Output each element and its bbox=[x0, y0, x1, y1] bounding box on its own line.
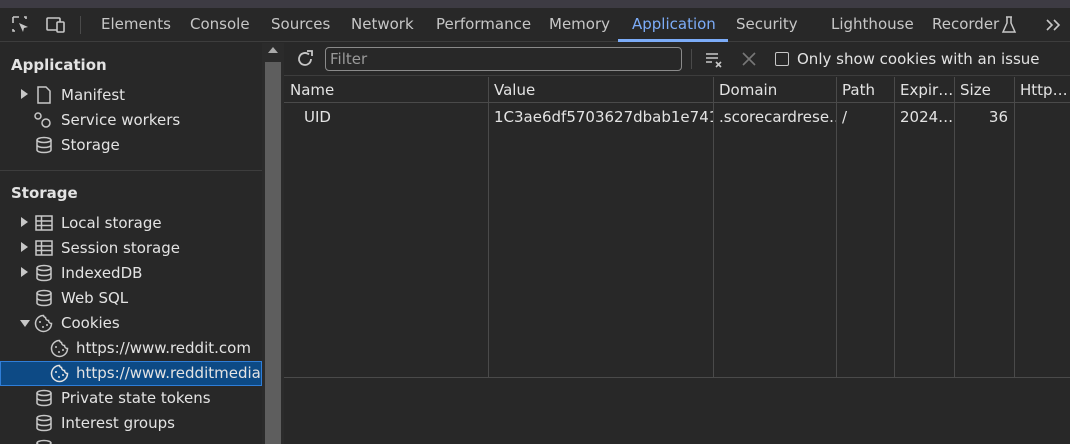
cell-domain[interactable]: .scorecardrese… bbox=[713, 104, 836, 130]
scrollbar-thumb[interactable] bbox=[265, 62, 281, 444]
toolbar-separator bbox=[691, 49, 692, 69]
database-icon bbox=[35, 389, 53, 407]
sidebar-item-local-storage[interactable]: Local storage bbox=[0, 211, 262, 236]
sidebar-item-cookie-reddit[interactable]: https://www.reddit.com bbox=[0, 336, 262, 361]
tab-console[interactable]: Console bbox=[190, 8, 250, 42]
column-header-size[interactable]: Size bbox=[954, 77, 1014, 103]
cell-name[interactable]: UID bbox=[284, 104, 488, 130]
sidebar-item-label: Web SQL bbox=[61, 289, 129, 307]
delete-selected-close-icon[interactable] bbox=[740, 50, 758, 68]
window-top-strip bbox=[0, 0, 1070, 8]
cell-size[interactable]: 36 bbox=[954, 104, 1014, 130]
sidebar-item-label: https://www.redditmedia.com bbox=[76, 364, 262, 382]
tab-sources[interactable]: Sources bbox=[271, 8, 330, 42]
sidebar-item-interest-groups[interactable]: Interest groups bbox=[0, 411, 262, 436]
collapse-arrow-icon[interactable] bbox=[20, 320, 30, 327]
cookie-icon bbox=[50, 364, 69, 383]
devtools-tabbar: Elements Console Sources Network Perform… bbox=[0, 8, 1070, 42]
toolbar-separator bbox=[80, 16, 81, 34]
sidebar-item-storage[interactable]: Storage bbox=[0, 133, 262, 158]
sidebar-item-indexeddb[interactable]: IndexedDB bbox=[0, 261, 262, 286]
expand-arrow-icon[interactable] bbox=[21, 242, 28, 252]
only-issues-checkbox[interactable] bbox=[775, 52, 789, 66]
sidebar-item-label: Storage bbox=[61, 136, 120, 154]
cookies-panel: Only show cookies with an issue Name Val… bbox=[284, 43, 1070, 444]
database-icon bbox=[35, 136, 53, 154]
database-icon bbox=[35, 414, 53, 432]
clear-all-cookies-icon[interactable] bbox=[704, 49, 724, 69]
expand-arrow-icon[interactable] bbox=[21, 267, 28, 277]
sidebar-item-label: https://www.reddit.com bbox=[76, 339, 251, 357]
cell-path[interactable]: / bbox=[836, 104, 894, 130]
sidebar-item-label: IndexedDB bbox=[61, 264, 143, 282]
cookies-table: Name Value Domain Path Expir… Size Http…… bbox=[284, 77, 1070, 378]
cell-expires[interactable]: 2024… bbox=[894, 104, 954, 130]
sidebar-heading-storage: Storage bbox=[11, 184, 78, 202]
tab-memory[interactable]: Memory bbox=[549, 8, 610, 42]
cookie-icon bbox=[50, 339, 69, 358]
sidebar-item-partial[interactable] bbox=[0, 436, 262, 444]
cell-httponly[interactable] bbox=[1014, 104, 1070, 130]
sidebar-item-label: Local storage bbox=[61, 214, 162, 232]
sidebar-item-web-sql[interactable]: Web SQL bbox=[0, 286, 262, 311]
tab-security[interactable]: Security bbox=[736, 8, 798, 42]
sidebar-item-manifest[interactable]: Manifest bbox=[0, 83, 262, 108]
cell-value[interactable]: 1C3ae6df5703627dbab1e7416… bbox=[488, 104, 713, 130]
device-toolbar-icon[interactable] bbox=[45, 14, 67, 36]
database-icon bbox=[35, 264, 53, 282]
sidebar-item-label: Private state tokens bbox=[61, 389, 211, 407]
column-header-domain[interactable]: Domain bbox=[713, 77, 836, 103]
sidebar-item-label: Session storage bbox=[61, 239, 180, 257]
flask-icon bbox=[1001, 15, 1017, 35]
tab-elements[interactable]: Elements bbox=[101, 8, 171, 42]
sidebar-item-service-workers[interactable]: Service workers bbox=[0, 108, 262, 133]
column-header-value[interactable]: Value bbox=[488, 77, 713, 103]
sidebar-item-label: Interest groups bbox=[61, 414, 175, 432]
more-tabs-chevron-icon[interactable] bbox=[1043, 14, 1065, 36]
tab-application[interactable]: Application bbox=[632, 8, 716, 42]
column-header-name[interactable]: Name bbox=[284, 77, 488, 103]
column-header-path[interactable]: Path bbox=[836, 77, 894, 103]
sidebar-item-private-state-tokens[interactable]: Private state tokens bbox=[0, 386, 262, 411]
column-header-httponly[interactable]: Http… bbox=[1014, 77, 1070, 103]
active-tab-indicator bbox=[618, 39, 728, 42]
application-sidebar: Application Manifest Service workers Sto… bbox=[0, 43, 262, 444]
document-icon bbox=[35, 86, 53, 104]
sidebar-scrollbar[interactable] bbox=[262, 43, 284, 444]
expand-arrow-icon[interactable] bbox=[21, 217, 28, 227]
table-icon bbox=[35, 214, 53, 232]
expand-arrow-icon[interactable] bbox=[21, 89, 28, 99]
scroll-up-arrow-icon[interactable] bbox=[268, 47, 278, 53]
sidebar-divider bbox=[0, 170, 262, 171]
tab-recorder[interactable]: Recorder bbox=[932, 8, 999, 42]
tab-network[interactable]: Network bbox=[351, 8, 414, 42]
sidebar-item-label: Service workers bbox=[61, 111, 181, 129]
sidebar-item-label: Cookies bbox=[61, 314, 120, 332]
database-icon bbox=[35, 439, 53, 444]
column-header-expires[interactable]: Expir… bbox=[894, 77, 954, 103]
filter-input[interactable] bbox=[325, 47, 682, 71]
gears-icon bbox=[33, 111, 51, 129]
sidebar-item-label: Manifest bbox=[61, 86, 126, 104]
refresh-icon[interactable] bbox=[295, 49, 315, 69]
sidebar-heading-application: Application bbox=[11, 56, 107, 74]
inspect-element-icon[interactable] bbox=[10, 14, 32, 36]
cookie-icon bbox=[34, 314, 53, 333]
table-icon bbox=[35, 239, 53, 257]
cookies-toolbar: Only show cookies with an issue bbox=[284, 43, 1070, 76]
tab-performance[interactable]: Performance bbox=[436, 8, 531, 42]
only-issues-label: Only show cookies with an issue bbox=[797, 50, 1040, 68]
database-icon bbox=[35, 289, 53, 307]
sidebar-item-session-storage[interactable]: Session storage bbox=[0, 236, 262, 261]
sidebar-item-cookies[interactable]: Cookies bbox=[0, 311, 262, 336]
sidebar-item-cookie-redditmedia[interactable]: https://www.redditmedia.com bbox=[0, 361, 262, 386]
tab-lighthouse[interactable]: Lighthouse bbox=[831, 8, 914, 42]
